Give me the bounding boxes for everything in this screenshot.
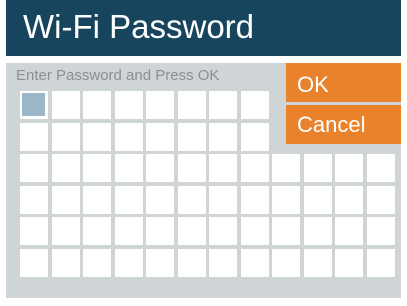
password-char-cell[interactable] xyxy=(52,217,80,245)
password-char-cell[interactable] xyxy=(115,123,143,151)
page-title: Wi-Fi Password xyxy=(23,8,255,45)
ok-button[interactable]: OK xyxy=(286,63,401,102)
password-char-cell[interactable] xyxy=(304,154,332,182)
password-char-cell[interactable] xyxy=(52,91,80,119)
password-char-cell[interactable] xyxy=(335,217,363,245)
password-char-cell[interactable] xyxy=(304,249,332,277)
password-char-cell[interactable] xyxy=(146,186,174,214)
password-char-cell[interactable] xyxy=(83,154,111,182)
password-char-cell[interactable] xyxy=(20,217,48,245)
password-char-cell[interactable] xyxy=(83,249,111,277)
password-char-cell[interactable] xyxy=(146,123,174,151)
password-char-cell[interactable] xyxy=(52,186,80,214)
password-char-cell[interactable] xyxy=(241,91,269,119)
password-char-cell[interactable] xyxy=(367,217,395,245)
password-char-cell[interactable] xyxy=(20,154,48,182)
password-char-cell[interactable] xyxy=(20,249,48,277)
password-char-cell[interactable] xyxy=(178,217,206,245)
password-char-cell[interactable] xyxy=(178,249,206,277)
text-cursor xyxy=(22,93,45,116)
password-char-cell[interactable] xyxy=(115,217,143,245)
password-char-cell[interactable] xyxy=(20,186,48,214)
password-char-cell[interactable] xyxy=(335,154,363,182)
password-char-cell[interactable] xyxy=(272,186,300,214)
password-char-cell[interactable] xyxy=(241,186,269,214)
password-char-cell[interactable] xyxy=(115,186,143,214)
password-char-cell[interactable] xyxy=(241,249,269,277)
password-char-cell[interactable] xyxy=(209,249,237,277)
password-char-cell[interactable] xyxy=(83,217,111,245)
password-char-cell[interactable] xyxy=(209,186,237,214)
password-char-cell[interactable] xyxy=(367,154,395,182)
password-char-cell[interactable] xyxy=(20,123,48,151)
password-char-cell[interactable] xyxy=(272,154,300,182)
password-char-cell[interactable] xyxy=(146,249,174,277)
password-char-cell[interactable] xyxy=(241,217,269,245)
password-char-cell[interactable] xyxy=(115,91,143,119)
password-char-cell[interactable] xyxy=(178,154,206,182)
password-char-cell[interactable] xyxy=(83,91,111,119)
password-char-cell[interactable] xyxy=(209,123,237,151)
password-char-cell[interactable] xyxy=(83,123,111,151)
password-char-cell[interactable] xyxy=(20,91,48,119)
password-char-cell[interactable] xyxy=(241,154,269,182)
password-char-cell[interactable] xyxy=(241,123,269,151)
password-char-cell[interactable] xyxy=(335,249,363,277)
password-prompt: Enter Password and Press OK xyxy=(16,67,220,84)
password-char-cell[interactable] xyxy=(83,186,111,214)
password-char-cell[interactable] xyxy=(52,154,80,182)
password-char-cell[interactable] xyxy=(367,249,395,277)
password-char-cell[interactable] xyxy=(304,186,332,214)
password-char-cell[interactable] xyxy=(209,154,237,182)
title-bar: Wi-Fi Password xyxy=(6,0,401,56)
password-char-cell[interactable] xyxy=(52,249,80,277)
password-char-cell[interactable] xyxy=(304,217,332,245)
password-char-cell[interactable] xyxy=(115,154,143,182)
password-char-cell[interactable] xyxy=(178,123,206,151)
password-char-cell[interactable] xyxy=(178,186,206,214)
password-char-cell[interactable] xyxy=(367,186,395,214)
password-char-cell[interactable] xyxy=(146,217,174,245)
password-char-cell[interactable] xyxy=(209,217,237,245)
password-char-cell[interactable] xyxy=(272,249,300,277)
password-char-cell[interactable] xyxy=(178,91,206,119)
password-char-cell[interactable] xyxy=(272,217,300,245)
password-char-cell[interactable] xyxy=(115,249,143,277)
password-char-cell[interactable] xyxy=(52,123,80,151)
password-char-cell[interactable] xyxy=(209,91,237,119)
password-char-cell[interactable] xyxy=(146,91,174,119)
password-char-cell[interactable] xyxy=(335,186,363,214)
password-char-cell[interactable] xyxy=(146,154,174,182)
wifi-password-screen: Wi-Fi Password Enter Password and Press … xyxy=(0,0,407,306)
cancel-button[interactable]: Cancel xyxy=(286,105,401,144)
